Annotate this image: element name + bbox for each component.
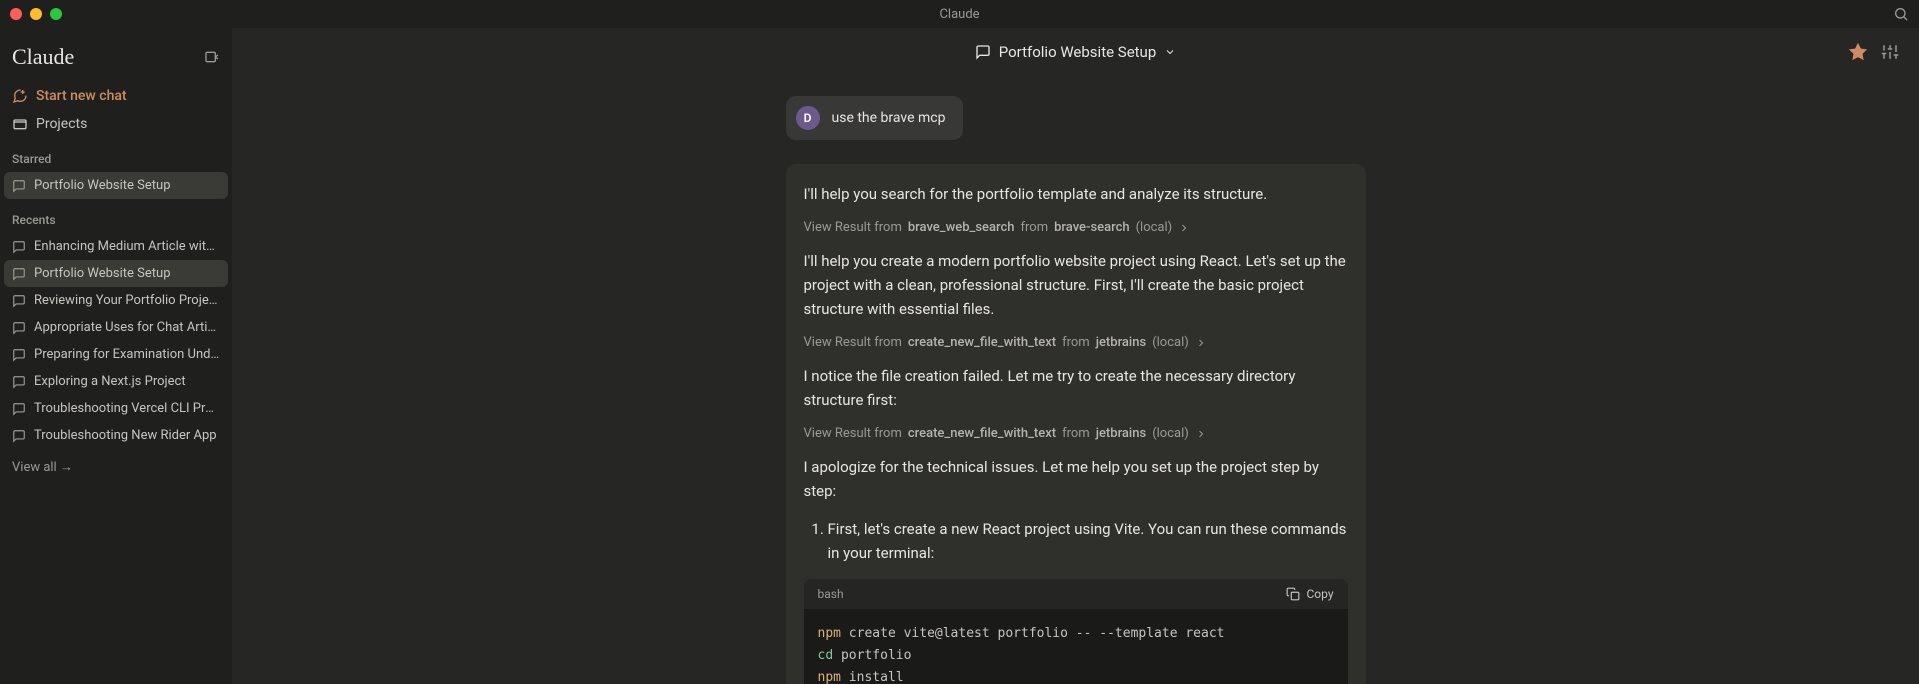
settings-icon[interactable] bbox=[1881, 43, 1899, 61]
fullscreen-window-button[interactable] bbox=[50, 8, 62, 20]
chat-icon bbox=[975, 44, 991, 60]
new-chat-button[interactable]: Start new chat bbox=[4, 82, 228, 110]
code-body: npm create vite@latest portfolio -- --te… bbox=[804, 609, 1348, 684]
user-message: D use the brave mcp bbox=[786, 96, 964, 140]
chevron-right-icon bbox=[1195, 337, 1207, 349]
tool-result-toggle[interactable]: View Result from brave_web_search from b… bbox=[804, 220, 1348, 235]
assistant-text: I apologize for the technical issues. Le… bbox=[804, 455, 1348, 503]
code-language-label: bash bbox=[818, 587, 844, 601]
chat-item-label: Troubleshooting Vercel CLI Project Se... bbox=[34, 401, 220, 416]
chat-item-label: Exploring a Next.js Project bbox=[34, 374, 186, 389]
chat-item-label: Enhancing Medium Article with Rele... bbox=[34, 239, 220, 254]
recents-section-label: Recents bbox=[4, 199, 228, 233]
assistant-message: I'll help you search for the portfolio t… bbox=[786, 164, 1366, 684]
view-all-link[interactable]: View all → bbox=[4, 449, 228, 485]
projects-link[interactable]: Projects bbox=[4, 110, 228, 138]
code-block: bash Copy npm create vite@latest portfol… bbox=[804, 579, 1348, 684]
assistant-text: I'll help you search for the portfolio t… bbox=[804, 182, 1348, 206]
chevron-down-icon bbox=[1164, 46, 1176, 58]
star-icon[interactable] bbox=[1849, 43, 1867, 61]
new-chat-label: Start new chat bbox=[36, 88, 127, 104]
starred-section-label: Starred bbox=[4, 138, 228, 172]
list-item: First, let's create a new React project … bbox=[828, 517, 1348, 565]
collapse-sidebar-icon[interactable] bbox=[204, 49, 220, 65]
chat-icon bbox=[12, 321, 26, 335]
recent-chat-item[interactable]: Troubleshooting Vercel CLI Project Se... bbox=[4, 395, 228, 422]
tool-result-toggle[interactable]: View Result from create_new_file_with_te… bbox=[804, 335, 1348, 350]
recent-chat-item[interactable]: Enhancing Medium Article with Rele... bbox=[4, 233, 228, 260]
copy-button[interactable]: Copy bbox=[1286, 587, 1333, 601]
content-header: Portfolio Website Setup bbox=[232, 28, 1919, 76]
chat-icon bbox=[12, 348, 26, 362]
conversation-scroll[interactable]: D use the brave mcp I'll help you search… bbox=[232, 76, 1919, 684]
chat-icon bbox=[12, 267, 26, 281]
app-title: Claude bbox=[939, 7, 979, 22]
folder-icon bbox=[12, 116, 28, 132]
conversation-title: Portfolio Website Setup bbox=[999, 43, 1157, 61]
recent-chat-item[interactable]: Preparing for Examination Under Oat... bbox=[4, 341, 228, 368]
recent-chat-item[interactable]: Appropriate Uses for Chat Artifacts bbox=[4, 314, 228, 341]
chat-icon bbox=[12, 240, 26, 254]
chevron-right-icon bbox=[1178, 222, 1190, 234]
projects-label: Projects bbox=[36, 116, 87, 132]
recent-chat-item[interactable]: Reviewing Your Portfolio Project in W... bbox=[4, 287, 228, 314]
chat-item-label: Portfolio Website Setup bbox=[34, 266, 171, 281]
chat-item-label: Portfolio Website Setup bbox=[34, 178, 171, 193]
assistant-text: I'll help you create a modern portfolio … bbox=[804, 249, 1348, 321]
conversation-title-dropdown[interactable]: Portfolio Website Setup bbox=[975, 43, 1177, 61]
chat-item-label: Preparing for Examination Under Oat... bbox=[34, 347, 220, 362]
recent-chat-item[interactable]: Exploring a Next.js Project bbox=[4, 368, 228, 395]
starred-chat-item[interactable]: Portfolio Website Setup bbox=[4, 172, 228, 199]
chat-icon bbox=[12, 429, 26, 443]
chat-item-label: Reviewing Your Portfolio Project in W... bbox=[34, 293, 220, 308]
chat-item-label: Appropriate Uses for Chat Artifacts bbox=[34, 320, 220, 335]
chevron-right-icon bbox=[1195, 428, 1207, 440]
minimize-window-button[interactable] bbox=[30, 8, 42, 20]
logo: Claude bbox=[12, 44, 74, 70]
global-search-icon[interactable] bbox=[1893, 6, 1909, 22]
tool-result-toggle[interactable]: View Result from create_new_file_with_te… bbox=[804, 426, 1348, 441]
recent-chat-item[interactable]: Portfolio Website Setup bbox=[4, 260, 228, 287]
titlebar: Claude bbox=[0, 0, 1919, 28]
user-message-text: use the brave mcp bbox=[832, 110, 946, 126]
recent-chat-item[interactable]: Troubleshooting New Rider App bbox=[4, 422, 228, 449]
clipboard-icon bbox=[1286, 587, 1300, 601]
chat-icon bbox=[12, 402, 26, 416]
close-window-button[interactable] bbox=[10, 8, 22, 20]
chat-icon bbox=[12, 375, 26, 389]
chat-icon bbox=[12, 294, 26, 308]
sidebar: Claude Start new chat Projects Starred P… bbox=[0, 28, 232, 684]
window-controls bbox=[10, 8, 62, 20]
chat-icon bbox=[12, 179, 26, 193]
assistant-ordered-list: First, let's create a new React project … bbox=[828, 517, 1348, 565]
chat-plus-icon bbox=[12, 88, 28, 104]
chat-item-label: Troubleshooting New Rider App bbox=[34, 428, 217, 443]
copy-label: Copy bbox=[1306, 587, 1333, 601]
avatar: D bbox=[796, 106, 820, 130]
assistant-text: I notice the file creation failed. Let m… bbox=[804, 364, 1348, 412]
